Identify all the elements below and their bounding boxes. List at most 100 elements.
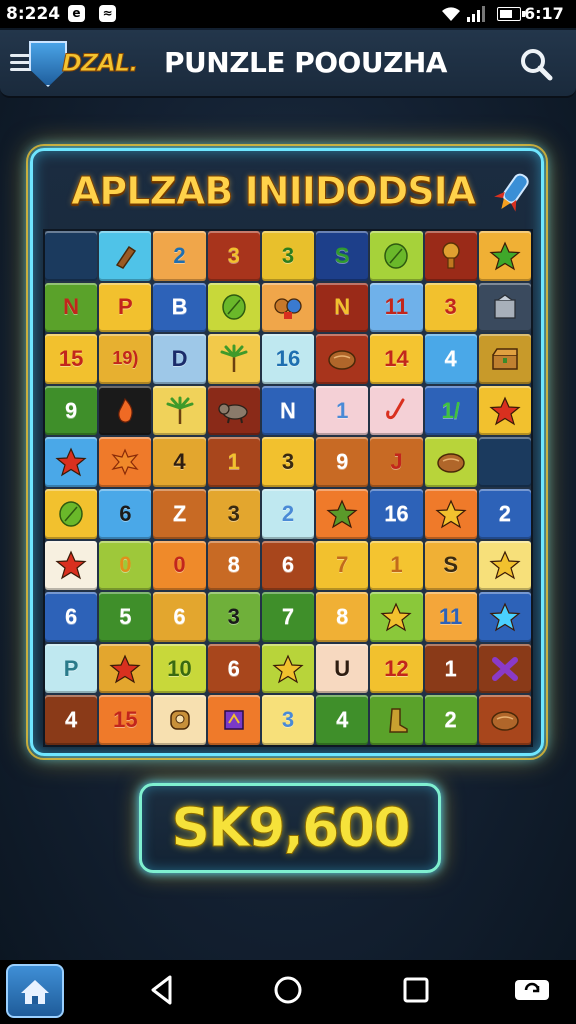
board-tile[interactable]	[99, 643, 152, 694]
board-tile[interactable]: 10	[153, 643, 206, 694]
board-tile[interactable]: 4	[45, 695, 98, 745]
board-tile[interactable]	[478, 282, 531, 333]
board-tile[interactable]: 6	[207, 643, 260, 694]
splat2-icon	[490, 654, 520, 684]
board-tile[interactable]: 0	[99, 540, 152, 591]
board-tile[interactable]	[478, 334, 531, 384]
board-tile[interactable]: S	[424, 540, 477, 591]
board-tile[interactable]: 4	[316, 695, 369, 745]
board-tile[interactable]: 8	[207, 540, 260, 591]
board-tile[interactable]: 11	[370, 282, 423, 333]
board-tile[interactable]	[370, 385, 423, 436]
recents-icon[interactable]	[402, 974, 430, 1006]
menu-icon[interactable]	[10, 54, 32, 72]
board-tile[interactable]: N	[316, 282, 369, 333]
board-tile[interactable]: 1	[207, 437, 260, 487]
board-tile[interactable]	[261, 643, 315, 694]
board-tile[interactable]	[207, 282, 260, 333]
board-tile[interactable]: 9	[45, 385, 98, 436]
board-tile[interactable]: 2	[153, 231, 206, 281]
board-tile[interactable]: 4	[424, 334, 477, 384]
board-tile[interactable]: 2	[261, 488, 315, 539]
board-tile[interactable]	[261, 282, 315, 333]
board-tile[interactable]	[478, 231, 531, 281]
board-tile[interactable]	[207, 334, 260, 384]
board-tile[interactable]: 6	[153, 592, 206, 642]
board-tile[interactable]	[424, 488, 477, 539]
board-tile[interactable]	[45, 540, 98, 591]
board-tile[interactable]: N	[261, 385, 315, 436]
board-tile[interactable]: 5	[99, 592, 152, 642]
board-tile[interactable]: 6	[45, 592, 98, 642]
board-tile[interactable]	[45, 488, 98, 539]
board-tile[interactable]	[370, 231, 423, 281]
board-tile[interactable]	[478, 592, 531, 642]
board-tile[interactable]	[153, 385, 206, 436]
board-tile[interactable]	[45, 231, 98, 281]
board-tile[interactable]	[207, 695, 260, 745]
board-tile[interactable]	[478, 385, 531, 436]
back-icon[interactable]	[148, 974, 176, 1006]
board-tile[interactable]	[316, 488, 369, 539]
board-tile[interactable]	[478, 695, 531, 745]
board-tile[interactable]: D	[153, 334, 206, 384]
board-tile[interactable]: P	[45, 643, 98, 694]
board-tile[interactable]: 1	[316, 385, 369, 436]
board-tile[interactable]: 3	[207, 592, 260, 642]
board-tile[interactable]: 6	[99, 488, 152, 539]
board-tile[interactable]	[370, 695, 423, 745]
board-tile[interactable]	[99, 437, 152, 487]
board-tile[interactable]	[99, 231, 152, 281]
board-tile[interactable]: 3	[261, 695, 315, 745]
board-tile[interactable]	[478, 643, 531, 694]
board-tile[interactable]	[45, 437, 98, 487]
board-tile[interactable]: 3	[261, 437, 315, 487]
board-tile[interactable]: B	[153, 282, 206, 333]
board-tile[interactable]: N	[45, 282, 98, 333]
board-tile[interactable]: 3	[261, 231, 315, 281]
home-button[interactable]	[6, 964, 64, 1018]
board-tile[interactable]	[207, 385, 260, 436]
board-tile[interactable]: 2	[478, 488, 531, 539]
board-tile[interactable]	[478, 437, 531, 487]
board-tile[interactable]: 8	[316, 592, 369, 642]
board-tile[interactable]: 7	[316, 540, 369, 591]
board-tile[interactable]: 19)	[99, 334, 152, 384]
board-tile[interactable]	[370, 592, 423, 642]
board-tile[interactable]	[316, 334, 369, 384]
board-tile[interactable]: 6	[261, 540, 315, 591]
board-tile[interactable]: 3	[207, 488, 260, 539]
rocket-icon[interactable]	[493, 167, 535, 215]
board-tile[interactable]	[424, 231, 477, 281]
board-tile[interactable]	[153, 695, 206, 745]
search-icon[interactable]	[518, 46, 554, 82]
board-tile[interactable]: 15	[45, 334, 98, 384]
board-tile[interactable]: Z	[153, 488, 206, 539]
board-tile[interactable]: 11	[424, 592, 477, 642]
board-tile[interactable]: 3	[424, 282, 477, 333]
board-tile[interactable]: U	[316, 643, 369, 694]
tile-label: 6	[281, 552, 295, 578]
board-tile[interactable]: 9	[316, 437, 369, 487]
board-tile[interactable]: J	[370, 437, 423, 487]
board-tile[interactable]: 3	[207, 231, 260, 281]
board-tile[interactable]	[99, 385, 152, 436]
board-tile[interactable]	[478, 540, 531, 591]
board-tile[interactable]: 15	[99, 695, 152, 745]
board-tile[interactable]: 1/	[424, 385, 477, 436]
board-tile[interactable]	[424, 437, 477, 487]
board-tile[interactable]: 16	[370, 488, 423, 539]
board-tile[interactable]: 7	[261, 592, 315, 642]
board-tile[interactable]: 16	[261, 334, 315, 384]
board-tile[interactable]: P	[99, 282, 152, 333]
board-tile[interactable]: 0	[153, 540, 206, 591]
board-tile[interactable]: 12	[370, 643, 423, 694]
board-tile[interactable]: 1	[370, 540, 423, 591]
board-tile[interactable]: 4	[153, 437, 206, 487]
board-tile[interactable]: 14	[370, 334, 423, 384]
screenshot-icon[interactable]	[512, 974, 552, 1006]
board-tile[interactable]: 2	[424, 695, 477, 745]
board-tile[interactable]: S	[316, 231, 369, 281]
board-tile[interactable]: 1	[424, 643, 477, 694]
home-circle-icon[interactable]	[272, 974, 304, 1006]
